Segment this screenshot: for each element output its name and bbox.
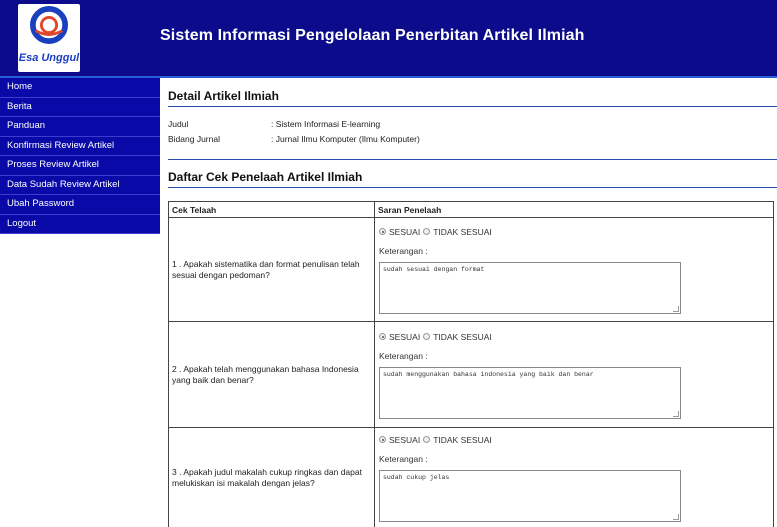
radio-tidak-sesuai[interactable] [423, 333, 431, 340]
keterangan-label: Keterangan : [379, 245, 428, 256]
sidebar-item-berita[interactable]: Berita [0, 98, 160, 117]
keterangan-textarea[interactable]: sudah cukup jelas [379, 469, 681, 522]
main-content: Detail Artikel Ilmiah Judul : Sistem Inf… [168, 78, 777, 527]
section-divider [168, 159, 777, 160]
keterangan-textarea[interactable]: sudah sesuai dengan format [379, 261, 681, 314]
assessment-radio-group: SESUAI TIDAK SESUAI [379, 432, 769, 448]
detail-row-judul: Judul : Sistem Informasi E-learning [168, 117, 777, 132]
article-detail: Judul : Sistem Informasi E-learning Bida… [168, 117, 777, 147]
sidebar-item-panduan[interactable]: Panduan [0, 117, 160, 137]
assessment-radio-group: SESUAI TIDAK SESUAI [379, 329, 769, 345]
judul-value: : Sistem Informasi E-learning [271, 119, 381, 129]
resize-handle-icon[interactable] [673, 410, 679, 417]
table-header-row: Cek Telaah Saran Penelaah [168, 201, 774, 218]
col-header-saran-penelaah: Saran Penelaah [374, 201, 774, 218]
checklist-section-title: Daftar Cek Penelaah Artikel Ilmiah [168, 170, 777, 188]
table-row: 1 . Apakah sistematika dan format penuli… [168, 217, 774, 322]
table-row: 2 . Apakah telah menggunakan bahasa Indo… [168, 321, 774, 428]
bidang-label: Bidang Jurnal [168, 134, 220, 144]
advice-cell: SESUAI TIDAK SESUAI Keterangan : sudah m… [374, 321, 774, 428]
resize-handle-icon[interactable] [673, 305, 679, 312]
radio-tidak-sesuai-label: TIDAK SESUAI [433, 331, 492, 342]
radio-sesuai[interactable] [379, 333, 386, 340]
question-cell: 3 . Apakah judul makalah cukup ringkas d… [168, 427, 375, 527]
radio-sesuai[interactable] [379, 436, 386, 443]
radio-tidak-sesuai-label: TIDAK SESUAI [433, 434, 492, 445]
keterangan-text: sudah sesuai dengan format [383, 265, 485, 273]
question-cell: 2 . Apakah telah menggunakan bahasa Indo… [168, 321, 375, 428]
resize-handle-icon[interactable] [673, 513, 679, 520]
keterangan-textarea[interactable]: sudah menggunakan bahasa indonesia yang … [379, 366, 681, 419]
judul-label: Judul [168, 119, 189, 129]
radio-tidak-sesuai-label: TIDAK SESUAI [433, 226, 492, 237]
assessment-radio-group: SESUAI TIDAK SESUAI [379, 224, 769, 240]
detail-row-bidang: Bidang Jurnal : Jurnal Ilmu Komputer (Il… [168, 132, 777, 147]
site-title: Sistem Informasi Pengelolaan Penerbitan … [160, 27, 585, 44]
sidebar-item-ubah-password[interactable]: Ubah Password [0, 195, 160, 215]
bidang-value: : Jurnal Ilmu Komputer (Ilmu Komputer) [271, 134, 420, 144]
advice-cell: SESUAI TIDAK SESUAI Keterangan : sudah c… [374, 427, 774, 527]
detail-section-title: Detail Artikel Ilmiah [168, 89, 777, 107]
keterangan-label: Keterangan : [379, 350, 428, 361]
radio-sesuai-label: SESUAI [389, 434, 421, 445]
sidebar-item-proses-review[interactable]: Proses Review Artikel [0, 156, 160, 176]
site-header: Esa Unggul Sistem Informasi Pengelolaan … [0, 0, 777, 78]
radio-sesuai[interactable] [379, 228, 386, 235]
logo-text: Esa Unggul [18, 52, 80, 64]
keterangan-text: sudah menggunakan bahasa indonesia yang … [383, 370, 594, 378]
radio-tidak-sesuai[interactable] [423, 436, 431, 443]
sidebar-item-home[interactable]: Home [0, 78, 160, 98]
advice-cell: SESUAI TIDAK SESUAI Keterangan : sudah s… [374, 217, 774, 322]
sidebar-nav: Home Berita Panduan Konfirmasi Review Ar… [0, 78, 160, 234]
question-cell: 1 . Apakah sistematika dan format penuli… [168, 217, 375, 322]
radio-sesuai-label: SESUAI [389, 226, 421, 237]
radio-sesuai-label: SESUAI [389, 331, 421, 342]
esa-unggul-logo[interactable]: Esa Unggul [18, 4, 80, 72]
review-checklist-table: Cek Telaah Saran Penelaah 1 . Apakah sis… [168, 201, 774, 527]
sidebar-item-konfirmasi-review[interactable]: Konfirmasi Review Artikel [0, 137, 160, 156]
sidebar-item-data-sudah-review[interactable]: Data Sudah Review Artikel [0, 176, 160, 195]
col-header-cek-telaah: Cek Telaah [168, 201, 375, 218]
radio-tidak-sesuai[interactable] [423, 228, 431, 235]
logo-circle-icon [30, 6, 68, 44]
table-row: 3 . Apakah judul makalah cukup ringkas d… [168, 427, 774, 527]
keterangan-text: sudah cukup jelas [383, 473, 450, 481]
sidebar-item-logout[interactable]: Logout [0, 215, 160, 234]
keterangan-label: Keterangan : [379, 453, 428, 464]
